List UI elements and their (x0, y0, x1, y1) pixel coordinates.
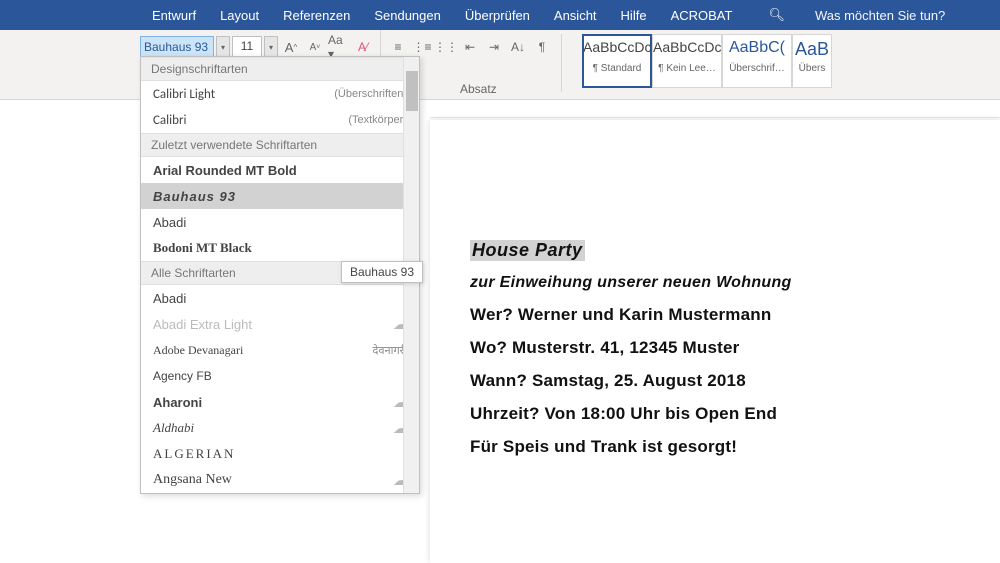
section-recent-fonts: Zuletzt verwendete Schriftarten (141, 133, 419, 157)
bullets-button[interactable]: ≡ (387, 36, 409, 58)
separator (561, 34, 562, 92)
style-no-spacing[interactable]: AaBbCcDc ¶ Kein Lee… (652, 34, 722, 88)
change-case-button[interactable]: Aa ▾ (328, 36, 350, 58)
indent-button[interactable]: ⇥ (483, 36, 505, 58)
font-item-algerian[interactable]: ALGERIAN (141, 441, 419, 467)
multilevel-button[interactable]: ⋮⋮ (435, 36, 457, 58)
doc-line[interactable]: Uhrzeit? Von 18:00 Uhr bis Open End (470, 404, 960, 424)
style-heading2[interactable]: AaB Übers (792, 34, 832, 88)
doc-line[interactable]: Wann? Samstag, 25. August 2018 (470, 371, 960, 391)
font-dropdown-button[interactable]: ▾ (216, 36, 230, 58)
ribbon-tab[interactable]: Ansicht (542, 8, 609, 23)
font-item-calibri-light[interactable]: Calibri Light (Überschriften) (141, 81, 419, 107)
font-size-input[interactable]: 11 (232, 36, 262, 58)
doc-subtitle[interactable]: zur Einweihung unserer neuen Wohnung (470, 274, 960, 292)
doc-title[interactable]: House Party (470, 240, 585, 261)
search-icon: 🔍︎ (756, 7, 797, 23)
font-item-aharoni[interactable]: Aharoni ☁ (141, 389, 419, 415)
ribbon-tab[interactable]: Sendungen (362, 8, 453, 23)
doc-line[interactable]: Wer? Werner und Karin Mustermann (470, 305, 960, 325)
doc-line[interactable]: Für Speis und Trank ist gesorgt! (470, 437, 960, 457)
ribbon-tab[interactable]: Hilfe (609, 8, 659, 23)
search-placeholder: Was möchten Sie tun? (803, 8, 957, 23)
font-item-abadi[interactable]: Abadi (141, 209, 419, 235)
styles-gallery: AaBbCcDc ¶ Standard AaBbCcDc ¶ Kein Lee…… (582, 34, 832, 88)
numbering-button[interactable]: ⋮≡ (411, 36, 433, 58)
grow-font-button[interactable]: A^ (280, 36, 302, 58)
ribbon-tab[interactable]: Entwurf (140, 8, 208, 23)
ribbon-tab[interactable]: Layout (208, 8, 271, 23)
style-standard[interactable]: AaBbCcDc ¶ Standard (582, 34, 652, 88)
font-dropdown-panel: Designschriftarten Calibri Light (Übersc… (140, 56, 420, 494)
font-item-agency-fb[interactable]: Agency FB (141, 363, 419, 389)
font-item-angsana-new[interactable]: Angsana New ☁ (141, 467, 419, 493)
ruler[interactable] (430, 100, 1000, 118)
ribbon-tab[interactable]: Überprüfen (453, 8, 542, 23)
font-item-bodoni-black[interactable]: Bodoni MT Black (141, 235, 419, 261)
font-item-aldhabi[interactable]: Aldhabi ☁ (141, 415, 419, 441)
font-item-arial-rounded[interactable]: Arial Rounded MT Bold (141, 157, 419, 183)
ribbon-tab[interactable]: ACROBAT (659, 8, 745, 23)
font-name-input[interactable]: Bauhaus 93 (140, 36, 214, 58)
group-label-absatz: Absatz (460, 82, 497, 96)
clear-formatting-button[interactable]: A⁄ (352, 36, 374, 58)
doc-line[interactable]: Wo? Musterstr. 41, 12345 Muster (470, 338, 960, 358)
sort-button[interactable]: A↓ (507, 36, 529, 58)
ribbon-menu: Entwurf Layout Referenzen Sendungen Über… (0, 0, 1000, 30)
ribbon-tab[interactable]: Referenzen (271, 8, 362, 23)
shrink-font-button[interactable]: A˅ (304, 36, 326, 58)
chevron-down-icon: ▾ (221, 43, 225, 52)
font-item-calibri[interactable]: Calibri (Textkörper) (141, 107, 419, 133)
outdent-button[interactable]: ⇤ (459, 36, 481, 58)
font-item-abadi-extra-light[interactable]: Abadi Extra Light ☁ (141, 311, 419, 337)
show-marks-button[interactable]: ¶ (531, 36, 553, 58)
font-tooltip: Bauhaus 93 (341, 261, 423, 283)
font-item-abadi[interactable]: Abadi (141, 285, 419, 311)
document-page[interactable]: House Party zur Einweihung unserer neuen… (430, 120, 1000, 563)
font-item-adobe-devanagari[interactable]: Adobe Devanagari देवनागरी (141, 337, 419, 363)
font-item-bauhaus93[interactable]: Bauhaus 93 (141, 183, 419, 209)
section-design-fonts: Designschriftarten (141, 57, 419, 81)
scroll-thumb[interactable] (406, 71, 418, 111)
tell-me-search[interactable]: 🔍︎ Was möchten Sie tun? (744, 7, 969, 23)
font-size-dropdown-button[interactable]: ▾ (264, 36, 278, 58)
style-heading1[interactable]: AaBbC( Überschrif… (722, 34, 792, 88)
chevron-down-icon: ▾ (269, 43, 273, 52)
